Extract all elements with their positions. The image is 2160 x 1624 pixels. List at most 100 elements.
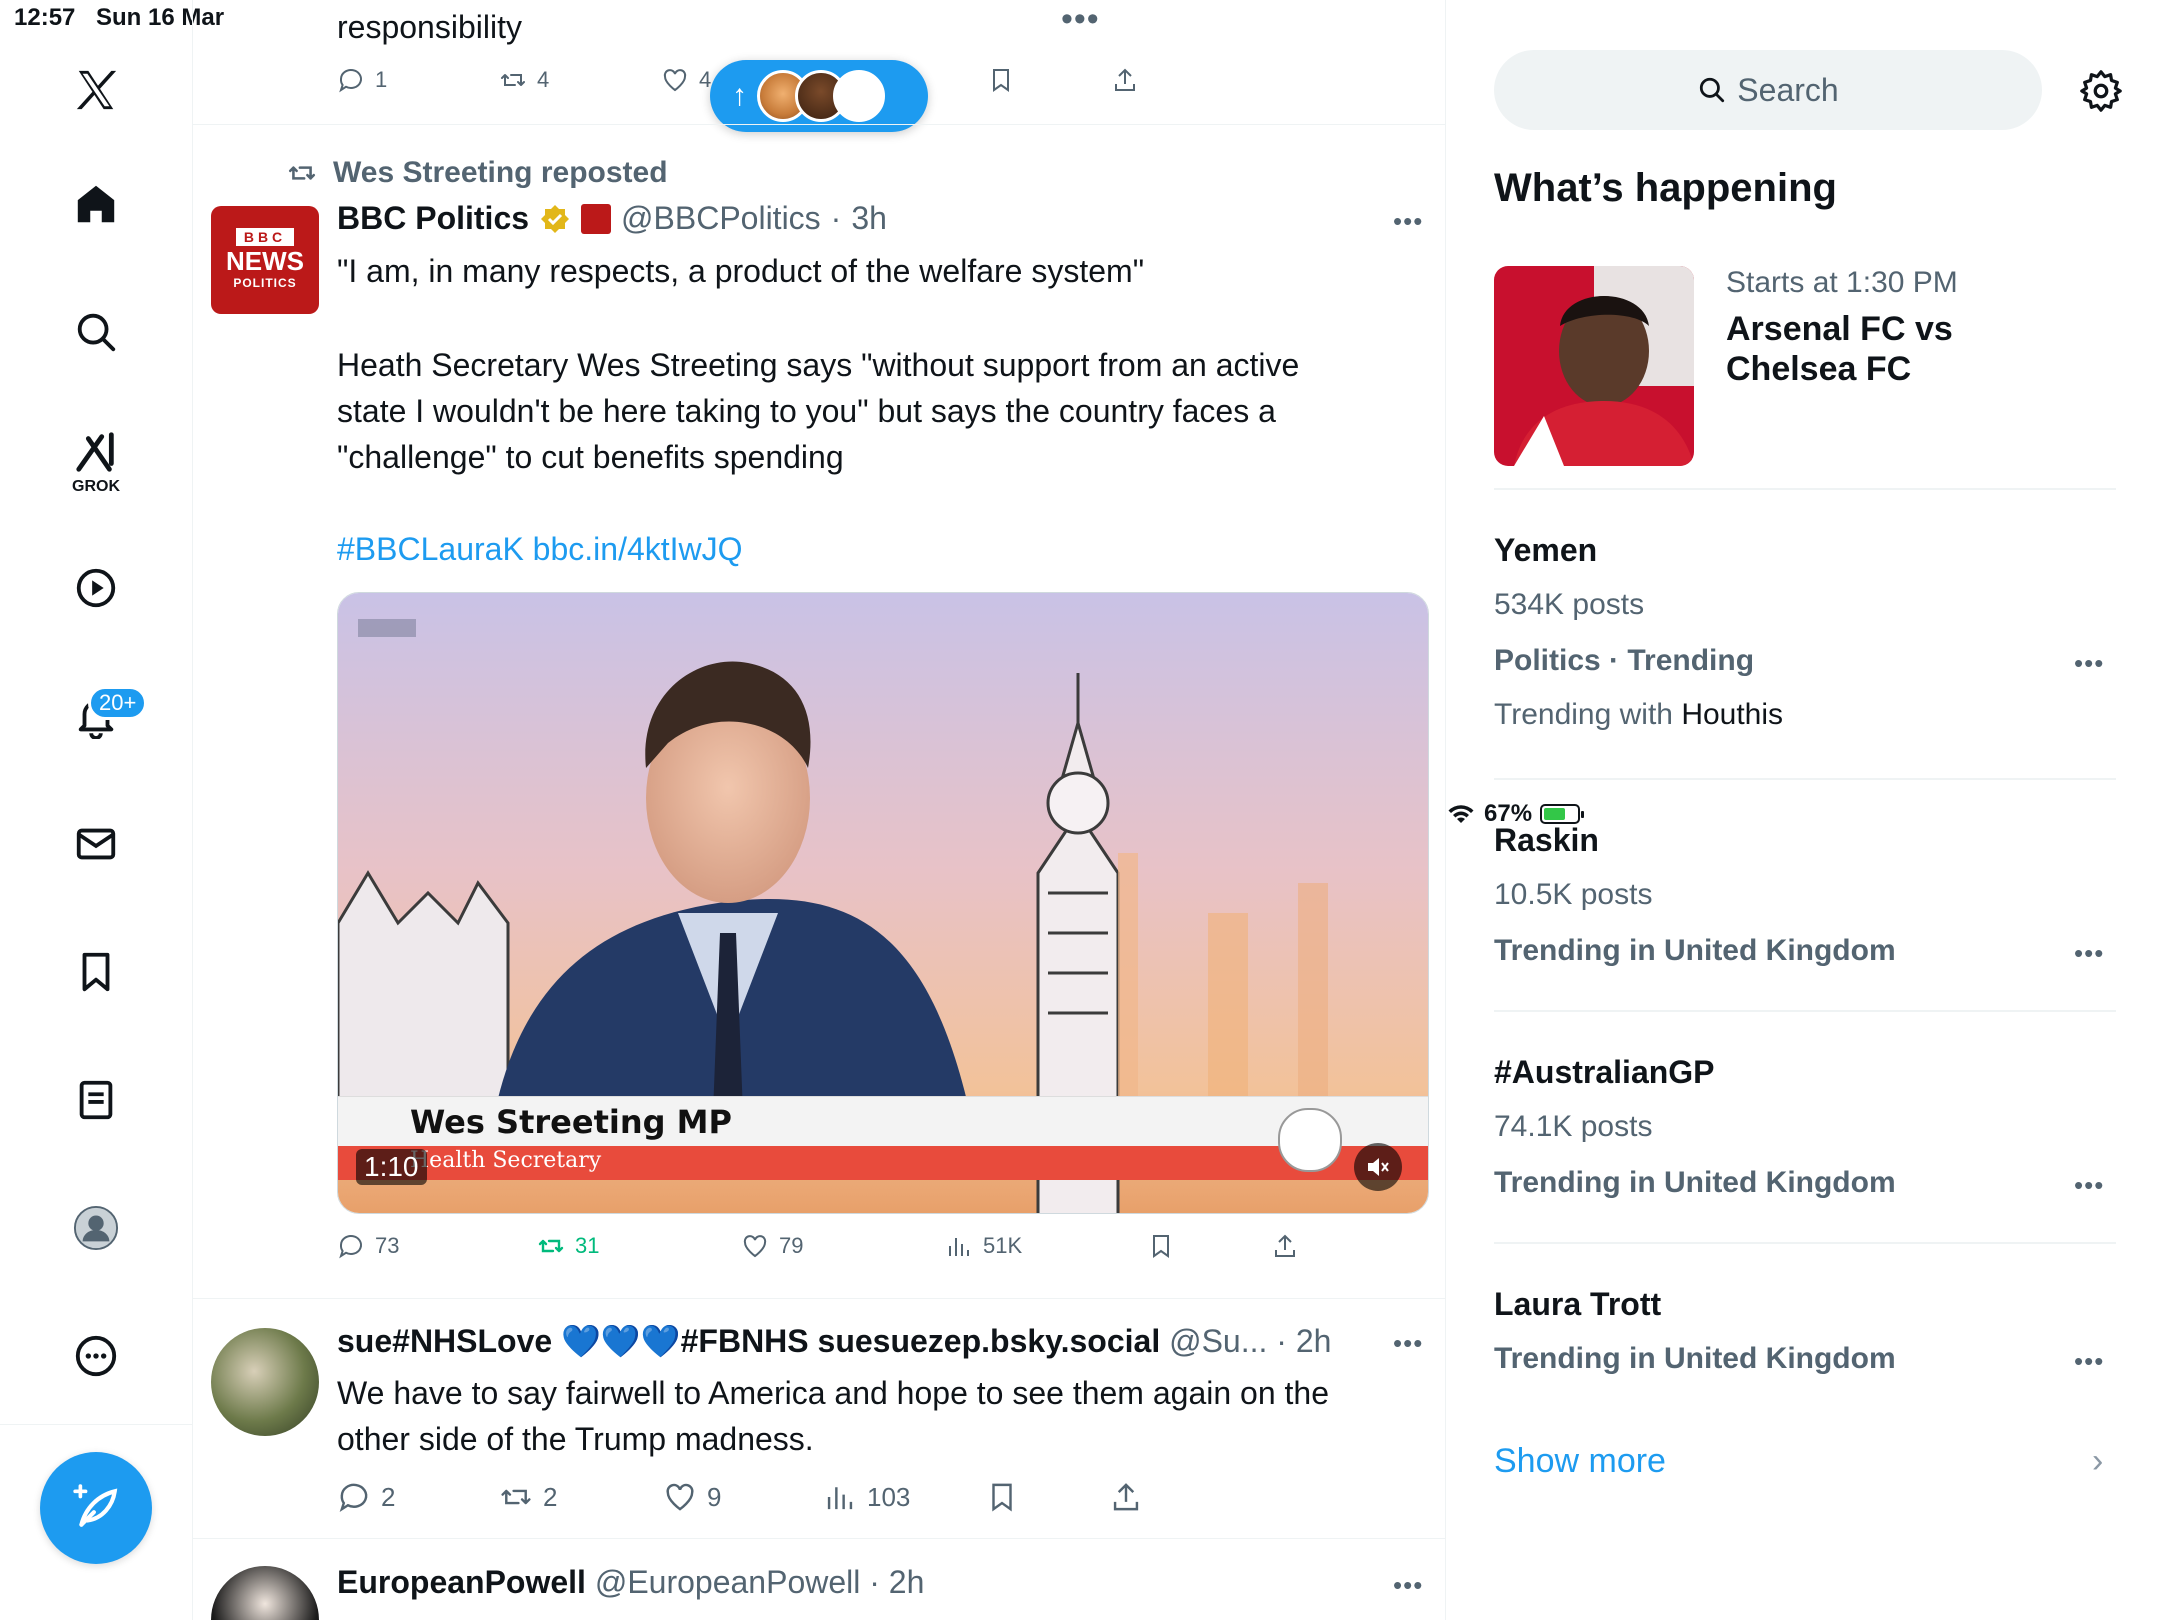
author-handle[interactable]: @Su... (1169, 1323, 1267, 1359)
tweet-time[interactable]: 2h (1296, 1323, 1332, 1359)
tweet-time[interactable]: 3h (851, 200, 887, 237)
views-chart-icon (949, 1238, 969, 1256)
prev-share-button[interactable] (1111, 66, 1139, 94)
trend-raskin-title[interactable]: Raskin (1494, 822, 1599, 859)
tweet3-avatar[interactable] (211, 1566, 319, 1620)
event-thumbnail[interactable] (1494, 266, 1694, 466)
sidebar-divider (0, 1424, 192, 1425)
tweet1-share-button[interactable] (1271, 1232, 1299, 1260)
author-name[interactable]: EuropeanPowell (337, 1564, 586, 1600)
tweet1-para2-line2: state I wouldn't be here taking to you" … (337, 393, 1276, 429)
heart-icon (666, 1483, 694, 1511)
grok-label: GROK (72, 478, 120, 495)
timeline-feed[interactable]: responsibility ••• 1 4 4 ↑ Wes Streeting… (193, 0, 1446, 1620)
tweet2-reply-button[interactable]: 2 (337, 1480, 395, 1514)
video-duration: 1:10 (356, 1149, 427, 1185)
repost-count: 2 (543, 1481, 558, 1512)
tweet1-line1: "I am, in many respects, a product of th… (337, 253, 1145, 289)
more-options-icon[interactable] (64, 1324, 128, 1388)
compose-post-button[interactable] (40, 1452, 152, 1564)
bookmark-icon (993, 69, 1009, 92)
tweet1-views-button[interactable]: 51K (945, 1232, 1022, 1260)
hashtag-link[interactable]: #BBCLauraK (337, 531, 524, 567)
tweet1-links: #BBCLauraK bbc.in/4ktIwJQ (337, 526, 743, 572)
verified-gold-icon (541, 204, 570, 233)
trend-divider (1494, 488, 2116, 490)
author-handle[interactable]: @BBCPolitics (621, 200, 821, 237)
event-title-line2[interactable]: Chelsea FC (1726, 350, 1911, 389)
bbc-politics-avatar[interactable]: BBC NEWS POLITICS (211, 206, 319, 314)
author-handle[interactable]: @EuropeanPowell (595, 1564, 861, 1600)
tweet2-bookmark-button[interactable] (985, 1480, 1019, 1514)
like-count: 9 (707, 1481, 722, 1512)
tweet1-para2-line3: "challenge" to cut benefits spending (337, 439, 844, 475)
x-logo-icon[interactable] (64, 58, 128, 122)
tweet2-share-button[interactable] (1109, 1480, 1143, 1514)
like-count: 79 (779, 1233, 804, 1258)
video-play-icon[interactable] (64, 556, 128, 620)
tweet1-video[interactable]: Wes Streeting MP Health Secretary 1:10 (337, 592, 1429, 1214)
trend-raskin-more-icon[interactable]: ••• (2074, 938, 2104, 969)
tweet2-avatar[interactable] (211, 1328, 319, 1436)
url-link[interactable]: bbc.in/4ktIwJQ (533, 531, 743, 567)
compose-feather-icon (73, 1484, 118, 1527)
settings-gear-icon[interactable] (2078, 68, 2124, 114)
bookmarks-icon[interactable] (64, 940, 128, 1004)
grok-icon[interactable] (64, 420, 128, 484)
tweet2-more-icon[interactable]: ••• (1393, 1328, 1423, 1359)
arrow-up-icon: ↑ (732, 79, 747, 112)
prev-reply-button[interactable]: 1 (337, 66, 387, 94)
tweet2-views-button[interactable]: 103 (823, 1480, 910, 1514)
messages-mail-icon[interactable] (64, 812, 128, 876)
notifications-badge: 20+ (88, 686, 148, 720)
search-placeholder: Search (1737, 71, 1839, 108)
prev-like-button[interactable]: 4 (661, 66, 711, 94)
share-icon (1115, 68, 1135, 91)
lower-third-role-bar: Health Secretary (338, 1146, 1428, 1180)
separator-dot: · (869, 1564, 880, 1600)
trend-australiangp-posts: 74.1K posts (1494, 1110, 1653, 1143)
mute-button[interactable] (1354, 1143, 1402, 1191)
new-posts-pill[interactable]: ↑ (710, 60, 928, 132)
tweet1-bookmark-button[interactable] (1147, 1232, 1175, 1260)
tweet-time[interactable]: 2h (889, 1564, 925, 1600)
show-more-link[interactable]: Show more (1494, 1442, 1666, 1481)
tweet2-header: sue#NHSLove 💙💙💙#FBNHS suesuezep.bsky.soc… (337, 1322, 1367, 1360)
search-input[interactable]: Search (1494, 50, 2042, 130)
right-sidebar: Search What’s happening Starts at 1:30 P… (1446, 0, 2160, 1620)
trend-lauratrott-title[interactable]: Laura Trott (1494, 1286, 1661, 1323)
muted-speaker-icon (1368, 1158, 1389, 1176)
profile-avatar-icon[interactable] (64, 1196, 128, 1260)
prev-bookmark-button[interactable] (987, 66, 1015, 94)
trend-with-name[interactable]: Houthis (1681, 698, 1783, 731)
author-name[interactable]: BBC Politics (337, 200, 529, 237)
author-name[interactable]: sue#NHSLove 💙💙💙#FBNHS suesuezep.bsky.soc… (337, 1323, 1160, 1359)
trend-australiangp-more-icon[interactable]: ••• (2074, 1170, 2104, 1201)
tweet-divider (193, 1538, 1445, 1539)
tweet1-repost-button[interactable]: 31 (537, 1232, 599, 1260)
trend-yemen-more-icon[interactable]: ••• (2074, 648, 2104, 679)
trend-australiangp-title[interactable]: #AustralianGP (1494, 1054, 1715, 1091)
tweet1-like-button[interactable]: 79 (741, 1232, 803, 1260)
avatar-line1: BBC (236, 228, 294, 246)
like-count: 4 (699, 67, 712, 92)
event-title-line1[interactable]: Arsenal FC vs (1726, 310, 1953, 349)
trend-divider (1494, 778, 2116, 780)
trend-lauratrott-more-icon[interactable]: ••• (2074, 1346, 2104, 1377)
tweet2-like-button[interactable]: 9 (663, 1480, 721, 1514)
trend-yemen-with: Trending with Houthis (1494, 698, 1783, 732)
tweet2-repost-button[interactable]: 2 (499, 1480, 557, 1514)
bookmark-icon (1153, 1235, 1169, 1258)
trend-yemen-title[interactable]: Yemen (1494, 532, 1597, 569)
tweet-divider (193, 124, 1445, 125)
avatar-line2: NEWS (226, 246, 304, 276)
tweet3-more-icon[interactable]: ••• (1393, 1570, 1423, 1601)
search-icon[interactable] (64, 300, 128, 364)
tweet1-more-icon[interactable]: ••• (1393, 206, 1423, 237)
lower-third-role: Health Secretary (410, 1148, 602, 1173)
trend-yemen-context: Politics · Trending (1494, 644, 1755, 677)
tweet1-reply-button[interactable]: 73 (337, 1232, 399, 1260)
prev-repost-button[interactable]: 4 (499, 66, 549, 94)
lists-icon[interactable] (64, 1068, 128, 1132)
home-icon[interactable] (64, 172, 128, 236)
